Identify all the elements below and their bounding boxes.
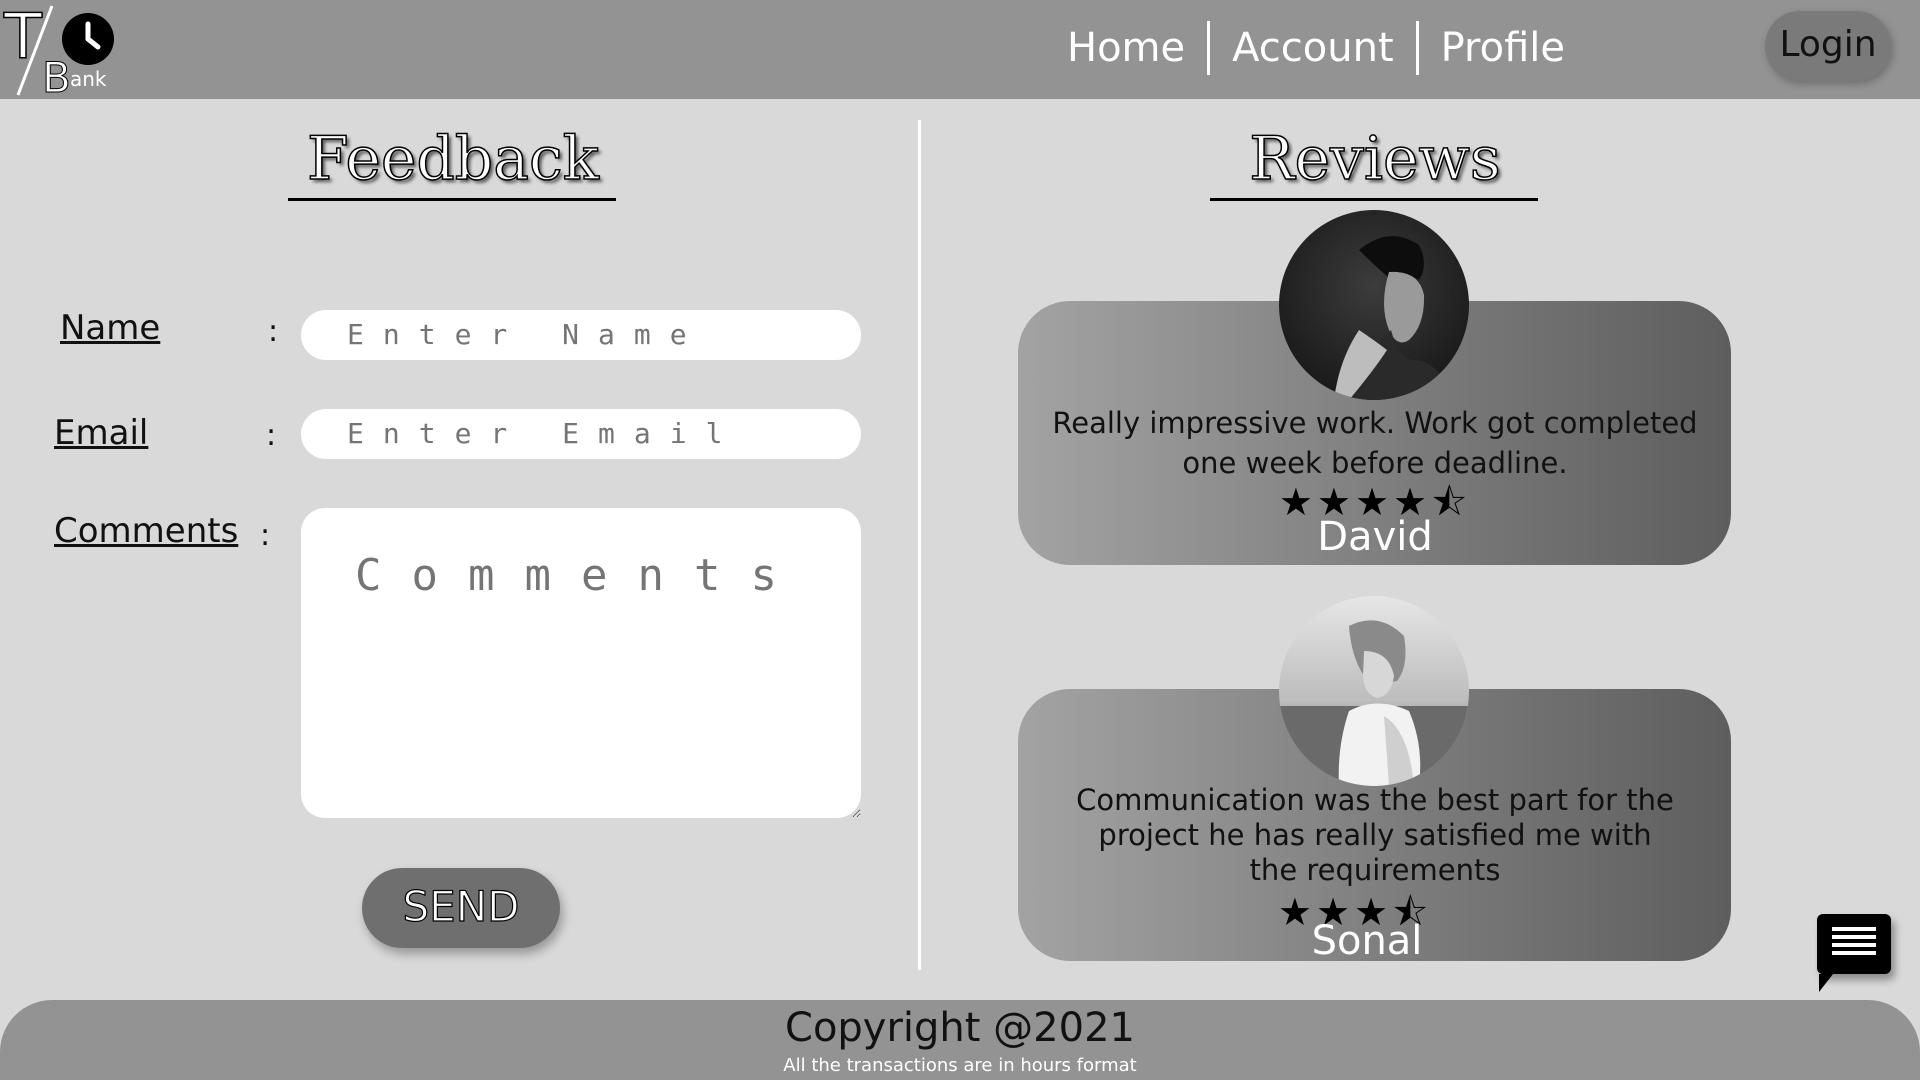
login-button[interactable]: Login (1765, 11, 1891, 81)
avatar (1279, 210, 1469, 400)
chat-icon[interactable] (1817, 914, 1891, 992)
nav-profile[interactable]: Profile (1419, 20, 1587, 76)
logo-letter-b: B (42, 53, 71, 99)
reviewer-name: David (1317, 514, 1433, 560)
feedback-title: Feedback (306, 123, 599, 195)
header: T B ank Home Account Profile Login (0, 0, 1920, 103)
clock-icon (62, 13, 114, 65)
email-colon: : (266, 418, 277, 453)
reviewer-photo-david (1279, 210, 1469, 400)
logo-letter-t: T (3, 0, 43, 73)
section-divider (918, 120, 921, 970)
review-text: Communication was the best part for the … (1076, 783, 1674, 887)
main-nav: Home Account Profile (1045, 18, 1587, 78)
nav-home[interactable]: Home (1045, 20, 1207, 76)
nav-account[interactable]: Account (1210, 20, 1416, 76)
comments-textarea[interactable] (301, 508, 861, 818)
logo-suffix: ank (70, 67, 107, 91)
reviewer-name: Sonal (1311, 918, 1423, 964)
logo[interactable]: T B ank (0, 0, 120, 103)
name-input[interactable] (301, 310, 861, 360)
name-label: Name (60, 308, 161, 348)
name-colon: : (268, 314, 279, 349)
email-label: Email (54, 413, 149, 453)
comments-label: Comments (54, 511, 239, 551)
reviewer-photo-sonal (1279, 596, 1469, 786)
copyright-text: Copyright @2021 (785, 1005, 1135, 1051)
chat-lines (1832, 927, 1876, 959)
avatar (1279, 596, 1469, 786)
review-text: Really impressive work. Work got complet… (1052, 406, 1698, 480)
footer-note: All the transactions are in hours format (783, 1055, 1137, 1076)
comments-colon: : (260, 518, 271, 553)
email-input[interactable] (301, 409, 861, 459)
reviews-title: Reviews (1249, 123, 1502, 195)
send-button[interactable]: SEND (362, 868, 560, 948)
feedback-title-underline (288, 198, 616, 201)
reviews-title-underline (1210, 198, 1538, 201)
